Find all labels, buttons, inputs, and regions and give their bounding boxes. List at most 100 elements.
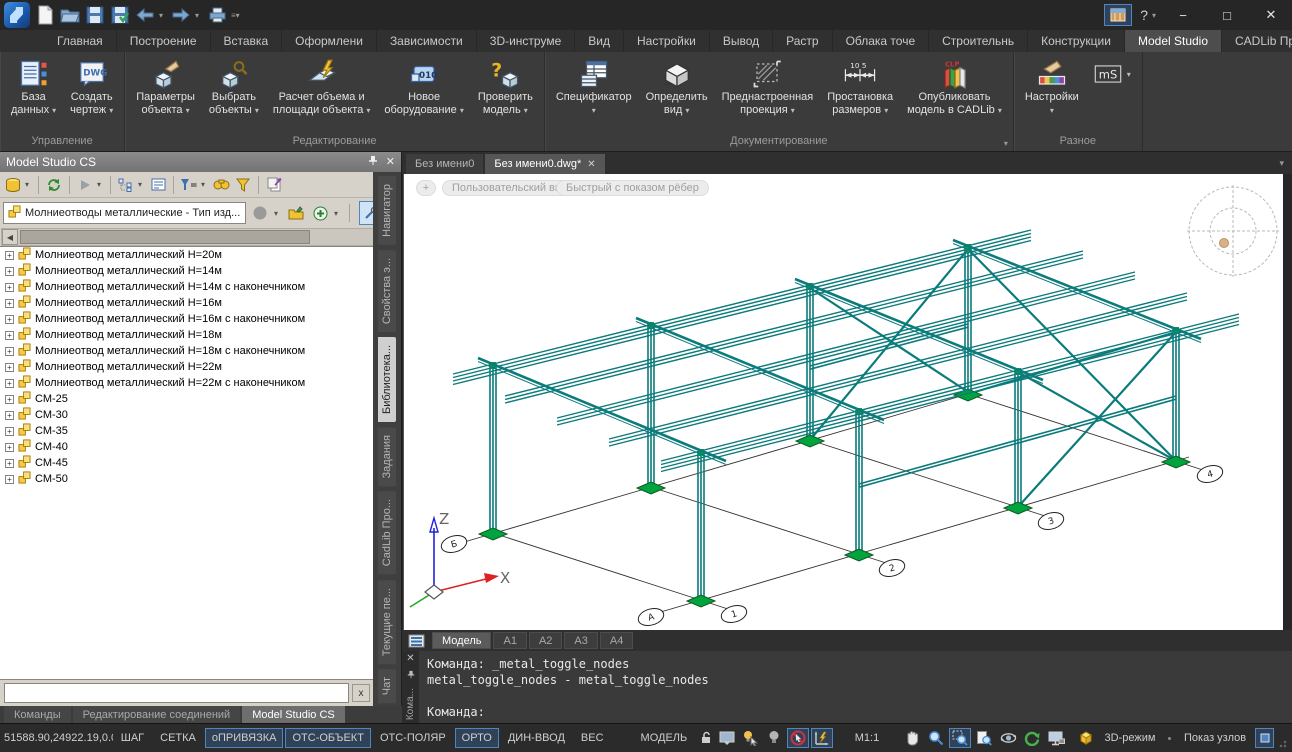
ribbon-button-check-model[interactable]: ? Проверитьмодель ▾: [471, 54, 540, 134]
regen-icon[interactable]: [1021, 728, 1043, 748]
3d-mode-icon[interactable]: [1076, 728, 1095, 748]
model-space-button[interactable]: МОДЕЛЬ: [634, 728, 695, 748]
ribbon-button-area-calc[interactable]: Расчет объема иплощади объекта ▾: [266, 54, 378, 134]
status-toggle-ШАГ[interactable]: ШАГ: [114, 728, 151, 748]
ribbon-tab-CADLib Прое[interactable]: CADLib Прое: [1222, 30, 1292, 52]
tree-item[interactable]: + СМ-45: [0, 455, 373, 471]
open-folder-icon[interactable]: [286, 203, 306, 223]
db-icon[interactable]: [3, 175, 23, 195]
props-icon[interactable]: [148, 175, 168, 195]
scroll-left-icon[interactable]: ◀: [2, 229, 18, 245]
circle-dropdown-icon[interactable]: ▾: [274, 209, 282, 218]
group-more-icon[interactable]: ▾: [1004, 136, 1008, 151]
ribbon-button-dwg-page[interactable]: DWG Создатьчертеж ▾: [63, 54, 120, 134]
ribbon-tab-Облака точе[interactable]: Облака точе: [833, 30, 930, 52]
tree-item[interactable]: + Молниеотвод металлический Н=18м с нако…: [0, 343, 373, 359]
ribbon-button-define-view[interactable]: Определитьвид ▾: [639, 54, 715, 134]
command-tab-label[interactable]: Кома...: [405, 688, 416, 720]
play-icon[interactable]: [75, 175, 95, 195]
pan-icon[interactable]: [901, 728, 923, 748]
tree-item[interactable]: + Молниеотвод металлический Н=16м с нако…: [0, 311, 373, 327]
refresh-icon[interactable]: [44, 175, 64, 195]
layout-list-icon[interactable]: [406, 631, 426, 651]
expand-icon[interactable]: +: [5, 459, 14, 468]
dropdown-icon[interactable]: ▾: [97, 180, 105, 189]
layout-tab-А2[interactable]: А2: [529, 632, 562, 649]
tab-close-icon[interactable]: ✕: [587, 159, 595, 170]
viewport-lock-icon[interactable]: [1045, 728, 1067, 748]
close-button[interactable]: ✕: [1250, 1, 1292, 29]
expand-icon[interactable]: +: [5, 443, 14, 452]
tree-item[interactable]: + Молниеотвод металлический Н=16м: [0, 295, 373, 311]
command-history[interactable]: Команда: _metal_toggle_nodes metal_toggl…: [419, 651, 1292, 723]
panel-search-input[interactable]: [4, 683, 349, 703]
side-tab-Навигатор[interactable]: Навигатор: [378, 176, 396, 245]
status-toggle-ОТС-ОБЪЕКТ[interactable]: ОТС-ОБЪЕКТ: [285, 728, 370, 748]
copy-icon[interactable]: [264, 175, 284, 195]
status-toggle-ВЕС[interactable]: ВЕС: [574, 728, 611, 748]
ribbon-toggle-icon[interactable]: [1104, 4, 1132, 26]
visual-style-pill[interactable]: Быстрый с показом рёбер: [556, 180, 709, 196]
expand-icon[interactable]: +: [5, 283, 14, 292]
help-dropdown-icon[interactable]: ▾: [1152, 11, 1160, 20]
qat-customize-icon[interactable]: ≡▾: [231, 11, 245, 20]
ribbon-button-ms-box[interactable]: mS▾: [1086, 54, 1138, 134]
new-view-button[interactable]: +: [416, 180, 436, 196]
panel-horizontal-scrollbar[interactable]: ◀ ▶: [1, 228, 400, 246]
status-toggle-оПРИВЯЗКА[interactable]: оПРИВЯЗКА: [205, 728, 284, 748]
ribbon-tab-Строительнь[interactable]: Строительнь: [929, 30, 1028, 52]
open-file-icon[interactable]: [59, 4, 81, 26]
layout-tab-А3[interactable]: А3: [564, 632, 597, 649]
view-compass[interactable]: [1187, 185, 1279, 277]
tree-item[interactable]: + СМ-50: [0, 471, 373, 487]
expand-icon[interactable]: +: [5, 331, 14, 340]
app-logo[interactable]: [4, 2, 30, 28]
panel-tab-Model Studio CS[interactable]: Model Studio CS: [242, 706, 345, 723]
back-arrow-icon[interactable]: [134, 4, 156, 26]
filter-icon[interactable]: =: [179, 175, 199, 195]
side-tab-CadLib Про...[interactable]: CadLib Про...: [378, 491, 396, 574]
panel-close-icon[interactable]: ✕: [386, 155, 395, 169]
ribbon-tab-Зависимости[interactable]: Зависимости: [377, 30, 477, 52]
zoom-window-icon[interactable]: [949, 728, 971, 748]
document-tab[interactable]: Без имени0.dwg*✕: [485, 154, 604, 174]
orbit-icon[interactable]: [997, 728, 1019, 748]
expand-icon[interactable]: +: [5, 411, 14, 420]
ribbon-button-equipment[interactable]: 010 Новоеоборудование ▾: [377, 54, 470, 134]
status-toggle-ОТС-ПОЛЯР[interactable]: ОТС-ПОЛЯР: [373, 728, 453, 748]
command-close-icon[interactable]: ✕: [406, 653, 414, 664]
ribbon-button-specifier-table[interactable]: Спецификатор ▾: [549, 54, 639, 134]
ribbon-button-hand-cube[interactable]: Параметрыобъекта ▾: [129, 54, 202, 134]
zoom-icon[interactable]: [925, 728, 947, 748]
side-tab-Чат[interactable]: Чат: [378, 669, 396, 703]
side-tab-Текущие пе...[interactable]: Текущие пе...: [378, 580, 396, 664]
tree-item[interactable]: + СМ-35: [0, 423, 373, 439]
status-toggle-СЕТКА[interactable]: СЕТКА: [153, 728, 203, 748]
tree-item[interactable]: + Молниеотвод металлический Н=18м: [0, 327, 373, 343]
dropdown-icon[interactable]: ▾: [159, 11, 167, 20]
ribbon-tab-Model Studio[interactable]: Model Studio: [1125, 30, 1222, 52]
layer-color-circle-icon[interactable]: [250, 203, 270, 223]
funnel-icon[interactable]: [233, 175, 253, 195]
status-toggle-ДИН-ВВОД[interactable]: ДИН-ВВОД: [501, 728, 572, 748]
dropdown-icon[interactable]: ▾: [138, 180, 146, 189]
tree-item[interactable]: + Молниеотвод металлический Н=20м: [0, 247, 373, 263]
ribbon-tab-Настройки[interactable]: Настройки: [624, 30, 710, 52]
ribbon-button-dimension[interactable]: 10 5 Простановкаразмеров ▾: [820, 54, 900, 134]
expand-icon[interactable]: +: [5, 475, 14, 484]
expand-icon[interactable]: +: [5, 251, 14, 260]
side-tab-Свойства э...[interactable]: Свойства э...: [378, 250, 396, 332]
panel-tab-Редактирование соединений[interactable]: Редактирование соединений: [73, 706, 241, 723]
layout-tab-А1[interactable]: А1: [493, 632, 526, 649]
tree-item[interactable]: + Молниеотвод металлический Н=22м: [0, 359, 373, 375]
3d-mode-button[interactable]: 3D-режим: [1098, 728, 1163, 748]
selection-block-icon[interactable]: [787, 728, 809, 748]
dropdown-icon[interactable]: ▾: [201, 180, 209, 189]
tree-item[interactable]: + СМ-40: [0, 439, 373, 455]
expand-icon[interactable]: +: [5, 395, 14, 404]
ribbon-tab-Главная[interactable]: Главная: [44, 30, 117, 52]
ribbon-button-cube-search[interactable]: Выбратьобъекты ▾: [202, 54, 266, 134]
ribbon-button-db-table[interactable]: Базаданных ▾: [4, 54, 63, 134]
plot-icon[interactable]: [206, 4, 228, 26]
side-tab-Задания[interactable]: Задания: [378, 427, 396, 486]
